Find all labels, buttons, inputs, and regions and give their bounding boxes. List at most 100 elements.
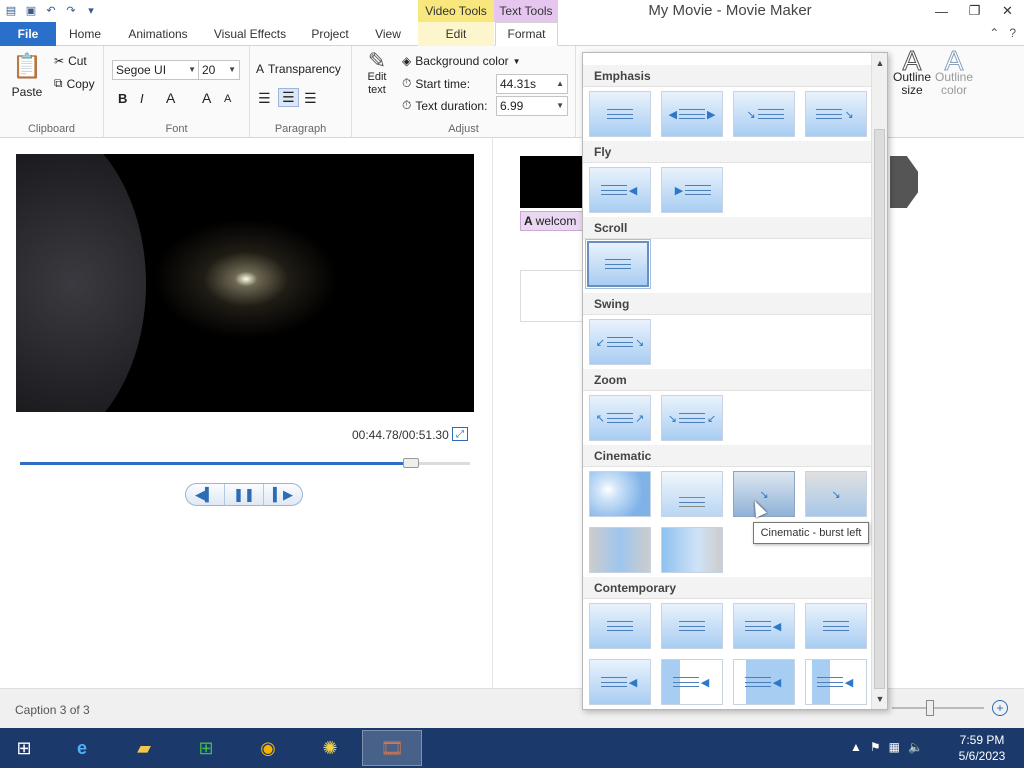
spinner-icon[interactable]: ▲ <box>556 79 564 88</box>
effect-cinematic-6[interactable] <box>661 527 723 573</box>
zoom-thumb[interactable] <box>926 700 934 716</box>
font-family-select[interactable]: Segoe UI ▼ <box>112 60 200 80</box>
scroll-up-icon[interactable]: ▲ <box>872 55 887 71</box>
effect-cinematic-5[interactable] <box>589 527 651 573</box>
effect-contemporary-6[interactable]: ◀ <box>661 659 723 705</box>
scissors-icon: ✂ <box>54 54 65 68</box>
minimize-icon[interactable]: — <box>925 0 958 22</box>
pause-icon[interactable]: ❚❚ <box>225 484 264 505</box>
taskbar-store[interactable]: ⊞ <box>176 730 236 766</box>
gallery-scrollbar[interactable]: ▲ ▼ <box>871 53 887 709</box>
restore-icon[interactable]: ❐ <box>958 0 991 22</box>
taskbar-movie-maker[interactable]: 🎞 <box>362 730 422 766</box>
start-time-input[interactable]: 44.31s ▲ <box>496 74 568 94</box>
undo-icon[interactable]: ↶ <box>44 3 58 17</box>
effect-emphasis-2[interactable]: ◀ ▶ <box>661 91 723 137</box>
seek-thumb[interactable] <box>402 458 419 468</box>
align-left-icon[interactable]: ☰ <box>258 90 271 107</box>
system-clock[interactable]: 7:59 PM 5/6/2023 <box>952 732 1012 764</box>
effect-emphasis-4[interactable]: ↘ <box>805 91 867 137</box>
tab-animations[interactable]: Animations <box>116 22 200 46</box>
help-icon[interactable]: ? <box>1009 26 1016 40</box>
caption-chip[interactable]: Awelcom <box>520 211 590 231</box>
taskbar-app-bee[interactable]: ✺ <box>300 730 360 766</box>
effect-contemporary-3[interactable]: ◀ <box>733 603 795 649</box>
effect-tooltip: Cinematic - burst left <box>753 522 869 544</box>
effect-cinematic-1[interactable] <box>589 471 651 517</box>
effect-zoom-2[interactable]: ↘ ↙ <box>661 395 723 441</box>
customize-toolbar-icon[interactable]: ▾ <box>84 3 98 17</box>
outline-color-button[interactable]: A Outline color <box>934 46 974 97</box>
scrollbar-thumb[interactable] <box>874 129 885 689</box>
tab-format[interactable]: Format <box>495 22 558 46</box>
effect-zoom-1[interactable]: ↖ ↗ <box>589 395 651 441</box>
zoom-in-icon[interactable]: + <box>992 700 1008 716</box>
previous-frame-icon[interactable]: ◀▍ <box>186 484 225 505</box>
zoom-slider[interactable] <box>892 700 984 716</box>
bold-button[interactable]: B <box>118 91 127 106</box>
close-icon[interactable]: ✕ <box>991 0 1024 22</box>
next-frame-icon[interactable]: ▍▶ <box>264 484 302 505</box>
cut-label: Cut <box>68 54 87 68</box>
collapse-ribbon-icon[interactable]: ⌃ <box>989 26 999 40</box>
storyboard-clip-2[interactable] <box>520 270 590 322</box>
align-center-icon[interactable]: ☰ <box>278 88 299 107</box>
font-color-button[interactable]: A <box>166 90 175 106</box>
effect-swing-1[interactable]: ↙ ↘ <box>589 319 651 365</box>
grow-font-button[interactable]: A <box>202 90 211 106</box>
effect-contemporary-1[interactable] <box>589 603 651 649</box>
pane-divider[interactable] <box>492 138 493 688</box>
app-icon[interactable]: ▤ <box>4 3 18 17</box>
copy-button[interactable]: ⧉ Copy <box>54 76 95 91</box>
edit-text-button[interactable]: ✎ Edit text <box>362 50 392 97</box>
tab-visual-effects[interactable]: Visual Effects <box>204 22 296 46</box>
tab-edit[interactable]: Edit <box>418 22 494 46</box>
effect-contemporary-4[interactable] <box>805 603 867 649</box>
italic-button[interactable]: I <box>140 91 144 106</box>
start-button[interactable]: ⊞ <box>0 730 48 766</box>
storyboard-clip-edge[interactable] <box>890 156 918 208</box>
background-color-button[interactable]: ◈ Background color ▼ <box>402 54 521 68</box>
outline-size-button[interactable]: A Outline size <box>892 46 932 97</box>
font-size-select[interactable]: 20 ▼ <box>198 60 240 80</box>
effect-contemporary-8[interactable]: ◀ <box>805 659 867 705</box>
transparency-button[interactable]: A Transparency <box>256 62 341 76</box>
effect-cinematic-2[interactable] <box>661 471 723 517</box>
redo-icon[interactable]: ↷ <box>64 3 78 17</box>
effect-fly-1[interactable]: ◀ <box>589 167 651 213</box>
effect-fly-2[interactable]: ▶ <box>661 167 723 213</box>
shrink-font-button[interactable]: A <box>224 93 231 105</box>
effect-contemporary-2[interactable] <box>661 603 723 649</box>
effect-cinematic-4[interactable]: ↘ <box>805 471 867 517</box>
effect-contemporary-5[interactable]: ◀ <box>589 659 651 705</box>
taskbar-chrome[interactable]: ◉ <box>238 730 298 766</box>
taskbar-internet-explorer[interactable]: e <box>52 730 112 766</box>
copy-icon: ⧉ <box>54 76 63 90</box>
text-duration-select[interactable]: 6.99 ▼ <box>496 96 568 116</box>
section-scroll: Scroll <box>583 217 871 239</box>
video-preview[interactable] <box>16 154 474 412</box>
taskbar-file-explorer[interactable]: ▰ <box>114 730 174 766</box>
cut-button[interactable]: ✂ Cut <box>54 54 87 68</box>
tab-project[interactable]: Project <box>300 22 360 46</box>
save-icon[interactable]: ▣ <box>24 3 38 17</box>
align-right-icon[interactable]: ☰ <box>304 90 317 107</box>
fullscreen-icon[interactable]: ⤢ <box>452 427 468 441</box>
paste-button[interactable]: 📋 Paste <box>10 52 44 99</box>
effect-scroll-1[interactable] <box>585 239 651 289</box>
volume-icon[interactable]: 🔈 <box>908 740 923 754</box>
effect-emphasis-1[interactable] <box>589 91 651 137</box>
tab-file[interactable]: File <box>0 22 56 46</box>
scroll-down-icon[interactable]: ▼ <box>872 691 887 707</box>
network-icon[interactable]: ▦ <box>889 740 900 754</box>
effect-contemporary-7[interactable]: ◀ <box>733 659 795 705</box>
flag-icon[interactable]: ⚑ <box>870 740 881 754</box>
tab-home[interactable]: Home <box>56 22 114 46</box>
window-title: My Movie - Movie Maker <box>648 2 812 19</box>
transparency-icon: A <box>256 62 265 76</box>
show-hidden-icons-icon[interactable]: ▲ <box>850 740 862 754</box>
seek-bar[interactable] <box>20 458 470 468</box>
storyboard-clip[interactable] <box>520 156 590 208</box>
effect-emphasis-3[interactable]: ↘ <box>733 91 795 137</box>
tab-view[interactable]: View <box>362 22 414 46</box>
